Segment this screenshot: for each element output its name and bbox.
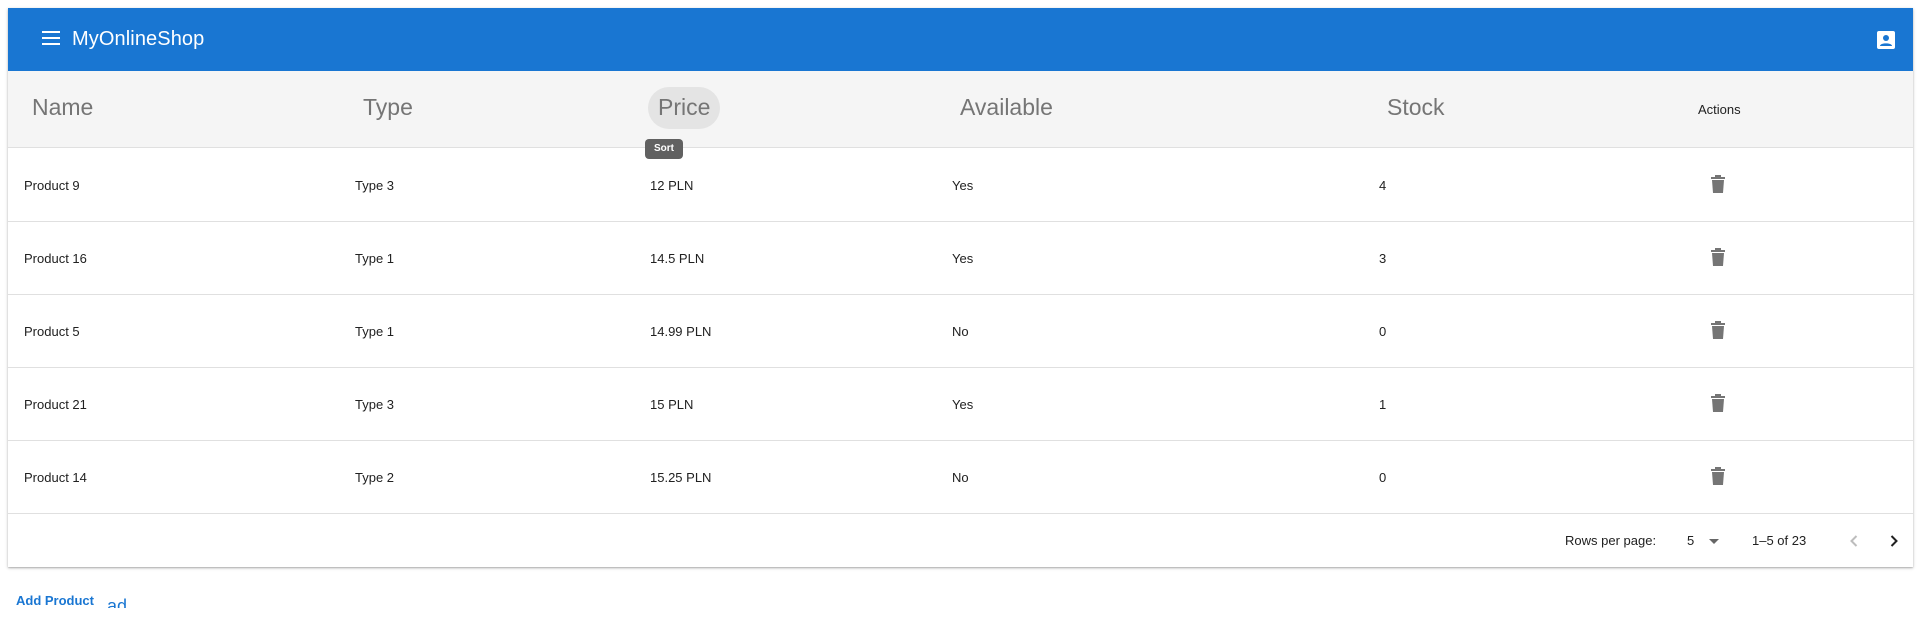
rows-per-page-label: Rows per page:: [1565, 533, 1657, 548]
pagination-range: 1–5 of 23: [1752, 533, 1807, 548]
previous-page-button[interactable]: [1844, 531, 1864, 551]
table-row: Product 16 Type 1 14.5 PLN Yes 3: [8, 222, 1913, 295]
rows-per-page-select[interactable]: 5: [1687, 533, 1694, 548]
sort-tooltip: Sort: [645, 139, 683, 159]
cell-available: No: [952, 324, 969, 339]
column-header-price[interactable]: Price: [658, 94, 710, 121]
cell-available: No: [952, 470, 969, 485]
table-row: Product 14 Type 2 15.25 PLN No 0: [8, 441, 1913, 514]
partial-text: ad: [107, 596, 128, 608]
cell-stock: 1: [1379, 397, 1387, 412]
cell-stock: 4: [1379, 178, 1387, 193]
cell-name: Product 9: [24, 178, 80, 193]
cell-price: 12 PLN: [650, 178, 694, 193]
cell-price: 14.99 PLN: [650, 324, 712, 339]
cell-available: Yes: [952, 251, 974, 266]
column-header-available[interactable]: Available: [960, 94, 1053, 121]
column-header-type[interactable]: Type: [363, 94, 413, 121]
cell-price: 15.25 PLN: [650, 470, 712, 485]
cell-available: Yes: [952, 397, 974, 412]
table-header: Name Type Price Available Stock Actions: [8, 71, 1913, 148]
cell-stock: 0: [1379, 324, 1387, 339]
cell-available: Yes: [952, 178, 974, 193]
delete-icon[interactable]: [1711, 394, 1725, 412]
cell-name: Product 5: [24, 324, 80, 339]
cell-type: Type 3: [355, 178, 395, 193]
delete-icon[interactable]: [1711, 321, 1725, 339]
next-page-button[interactable]: [1884, 531, 1904, 551]
delete-icon[interactable]: [1711, 175, 1725, 193]
delete-icon[interactable]: [1711, 467, 1725, 485]
cell-price: 14.5 PLN: [650, 251, 705, 266]
table-pagination: Rows per page: 5 1–5 of 23: [8, 513, 1913, 567]
column-header-name[interactable]: Name: [32, 94, 93, 121]
column-header-stock[interactable]: Stock: [1387, 94, 1445, 121]
table-row: Product 21 Type 3 15 PLN Yes 1: [8, 368, 1913, 441]
cell-stock: 0: [1379, 470, 1387, 485]
add-product-link[interactable]: Add Product: [16, 593, 94, 608]
table-row: Product 9 Type 3 12 PLN Yes 4: [8, 149, 1913, 222]
cell-stock: 3: [1379, 251, 1387, 266]
caret-down-icon[interactable]: [1709, 539, 1719, 544]
cell-type: Type 1: [355, 324, 395, 339]
cell-type: Type 1: [355, 251, 395, 266]
app-frame: MyOnlineShop Name Type Price Available S…: [8, 8, 1913, 567]
cell-type: Type 2: [355, 470, 395, 485]
app-bar: MyOnlineShop: [8, 8, 1913, 71]
cell-name: Product 21: [24, 397, 87, 412]
app-title: MyOnlineShop: [72, 28, 205, 50]
cell-price: 15 PLN: [650, 397, 694, 412]
table-row: Product 5 Type 1 14.99 PLN No 0: [8, 295, 1913, 368]
cell-name: Product 14: [24, 470, 87, 485]
delete-icon[interactable]: [1711, 248, 1725, 266]
menu-icon[interactable]: [42, 31, 60, 45]
cell-type: Type 3: [355, 397, 395, 412]
cell-name: Product 16: [24, 251, 87, 266]
column-header-actions: Actions: [1698, 102, 1741, 117]
account-box-icon[interactable]: [1877, 31, 1895, 49]
